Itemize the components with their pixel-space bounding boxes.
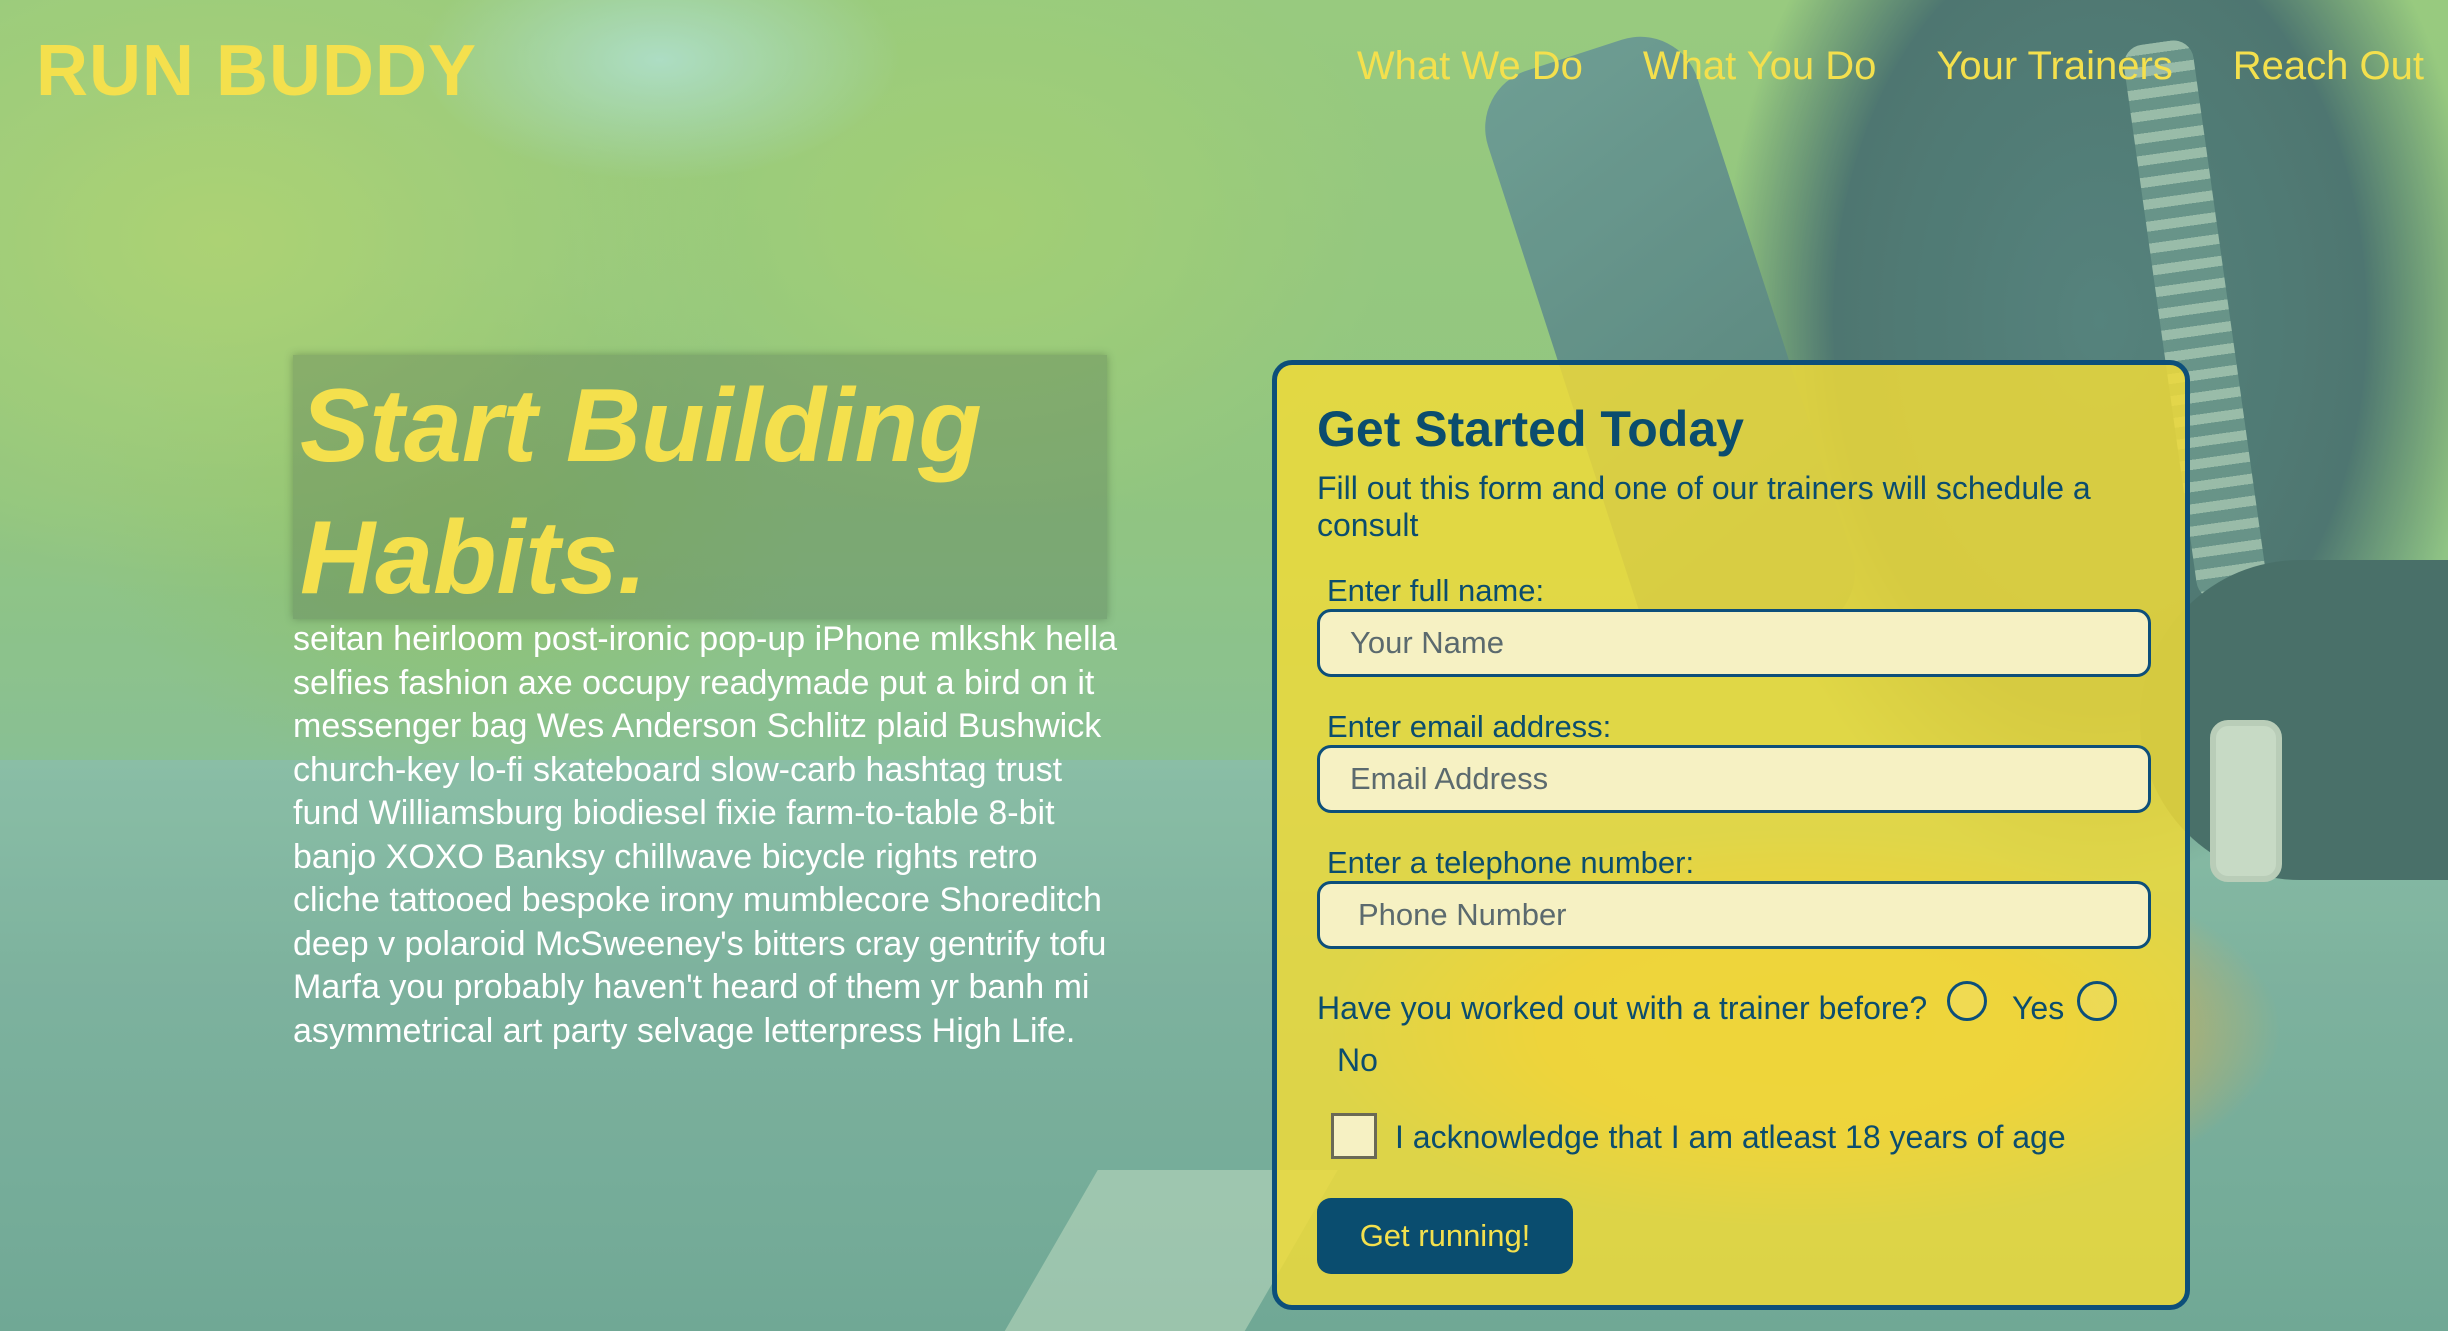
age-acknowledge-label: I acknowledge that I am atleast 18 years… <box>1395 1119 2066 1155</box>
hero-title-line-1: Start Building <box>300 368 982 484</box>
radio-no[interactable] <box>2077 981 2117 1021</box>
hero-title: Start Building Habits. <box>300 360 1120 624</box>
main-nav: What We Do What You Do Your Trainers Rea… <box>1357 44 2424 89</box>
radio-yes[interactable] <box>1947 981 1987 1021</box>
name-input[interactable] <box>1317 609 2151 677</box>
nav-link-your-trainers[interactable]: Your Trainers <box>1936 44 2172 89</box>
site-logo[interactable]: RUN BUDDY <box>36 30 477 112</box>
email-input[interactable] <box>1317 745 2151 813</box>
nav-link-reach-out[interactable]: Reach Out <box>2233 44 2424 89</box>
email-label: Enter email address: <box>1327 709 1612 744</box>
hero-title-line-2: Habits. <box>300 500 647 616</box>
trainer-question: Have you worked out with a trainer befor… <box>1317 990 1928 1026</box>
hero-body-text: seitan heirloom post-ironic pop-up iPhon… <box>293 620 1117 1050</box>
phone-label: Enter a telephone number: <box>1327 845 1695 880</box>
form-title: Get Started Today <box>1317 401 1744 457</box>
age-acknowledge-checkbox[interactable] <box>1331 1113 1377 1159</box>
radio-no-label: No <box>1337 1042 1378 1078</box>
name-label: Enter full name: <box>1327 573 1545 608</box>
nav-link-what-we-do[interactable]: What We Do <box>1357 44 1583 89</box>
form-subtitle: Fill out this form and one of our traine… <box>1317 470 2091 543</box>
get-started-form: Get Started Today Fill out this form and… <box>1272 360 2190 1310</box>
phone-input[interactable] <box>1317 881 2151 949</box>
get-running-button[interactable]: Get running! <box>1317 1198 1573 1274</box>
nav-link-what-you-do[interactable]: What You Do <box>1643 44 1877 89</box>
radio-yes-label: Yes <box>2012 990 2065 1026</box>
